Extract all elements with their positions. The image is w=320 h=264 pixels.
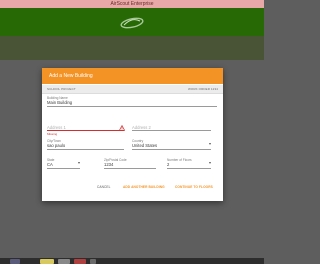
city-underline (47, 149, 124, 150)
country-select[interactable]: Country United States (132, 139, 211, 150)
city-field[interactable]: City/Town sao paulo (47, 139, 124, 150)
continue-to-floors-button[interactable]: CONTINUE TO FLOORS (175, 185, 213, 189)
dialog-header: Add a New Building (42, 68, 223, 84)
cancel-button[interactable]: CANCEL (97, 185, 111, 189)
address1-underline (47, 130, 124, 131)
project-label: SCHOOL PROJECT (47, 87, 76, 91)
work-order-label: WORK ORDER 1234 (187, 87, 218, 91)
state-select[interactable]: State CA (47, 158, 80, 169)
taskbar-app-4[interactable] (74, 259, 86, 264)
taskbar-app-2[interactable] (40, 259, 54, 264)
address2-field[interactable]: Address 2 (132, 124, 211, 131)
address1-field[interactable]: Address 1 (47, 124, 125, 131)
building-name-field[interactable]: Building Name Main Building (47, 96, 217, 107)
zip-underline (104, 168, 156, 169)
taskbar-app-3[interactable] (58, 259, 70, 264)
taskbar-app-5[interactable] (90, 259, 96, 264)
floors-label: Number of Floors (167, 158, 192, 162)
add-another-building-button[interactable]: ADD ANOTHER BUILDING (123, 185, 165, 189)
state-value: CA (47, 162, 53, 167)
project-info-row: SCHOOL PROJECT WORK ORDER 1234 (42, 85, 223, 94)
chevron-down-icon (209, 143, 211, 145)
address1-error: Missing (47, 132, 58, 136)
window-title: AirScout Enterprise (110, 1, 154, 7)
window-titlebar: AirScout Enterprise (0, 0, 264, 8)
building-name-value: Main Building (47, 100, 73, 105)
building-name-underline (47, 106, 217, 107)
address2-underline (132, 130, 211, 131)
chevron-down-icon (78, 162, 80, 164)
floors-select[interactable]: Number of Floors 2 (167, 158, 211, 169)
country-value: United States (132, 143, 158, 148)
state-underline (47, 168, 80, 169)
taskbar (0, 258, 264, 264)
add-building-dialog: Add a New Building SCHOOL PROJECT WORK O… (42, 68, 223, 201)
app-header (0, 8, 264, 36)
floors-underline (167, 168, 211, 169)
floors-value: 2 (167, 162, 170, 167)
zip-field[interactable]: Zip/Postal Code 1234 (104, 158, 156, 169)
country-underline (132, 149, 211, 150)
taskbar-app-1[interactable] (10, 259, 20, 264)
dialog-title: Add a New Building (49, 73, 93, 79)
toolbar-band (0, 36, 264, 60)
chevron-down-icon (209, 162, 211, 164)
airscout-logo-icon (120, 17, 144, 29)
zip-value: 1234 (104, 162, 114, 167)
city-value: sao paulo (47, 143, 66, 148)
